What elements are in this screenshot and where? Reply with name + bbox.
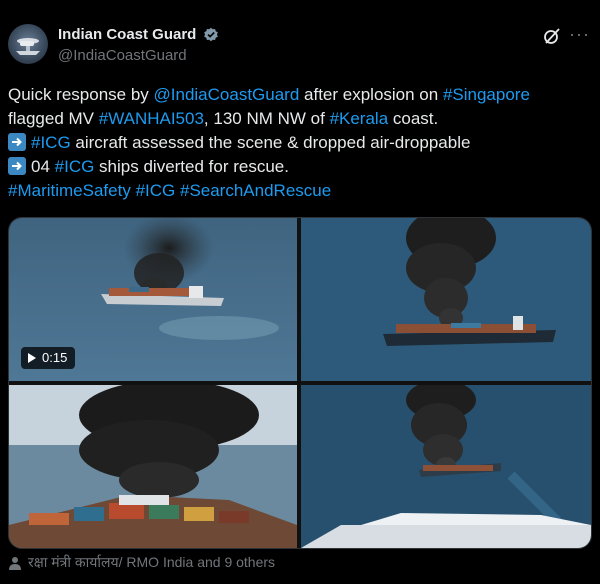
- burning-ship-from-aircraft: [301, 385, 591, 548]
- tweet-line-5: #MaritimeSafety #ICG #SearchAndRescue: [8, 179, 593, 203]
- text-segment: 04: [31, 157, 55, 176]
- text-segment: coast.: [388, 109, 439, 128]
- tagged-accounts[interactable]: रक्षा मंत्री कार्यालय/ RMO India and 9 o…: [8, 553, 275, 572]
- video-duration-badge: 0:15: [21, 347, 76, 369]
- text-segment: ships diverted for rescue.: [94, 157, 289, 176]
- mention-link[interactable]: @IndiaCoastGuard: [154, 85, 300, 104]
- media-image-tile[interactable]: [9, 385, 297, 548]
- coast-guard-logo-icon: [16, 38, 40, 55]
- hashtag-link[interactable]: #MaritimeSafety: [8, 181, 131, 200]
- hashtag-link[interactable]: #Kerala: [330, 109, 389, 128]
- hashtag-link[interactable]: #ICG: [55, 157, 95, 176]
- media-grid: 0:15: [8, 217, 592, 549]
- text-segment: aircraft assessed the scene & dropped ai…: [70, 133, 471, 152]
- hashtag-link[interactable]: #Singapore: [443, 85, 530, 104]
- more-options-icon[interactable]: ···: [569, 24, 590, 45]
- video-duration: 0:15: [42, 350, 68, 365]
- tweet-line-4: 04 #ICG ships diverted for rescue.: [8, 155, 593, 179]
- hashtag-link[interactable]: #ICG: [31, 133, 71, 152]
- author-handle[interactable]: @IndiaCoastGuard: [58, 47, 187, 64]
- tweet-line-3: #ICG aircraft assessed the scene & dropp…: [8, 131, 593, 155]
- text-segment: , 130 NM NW of: [203, 109, 330, 128]
- tweet-text: Quick response by @IndiaCoastGuard after…: [8, 83, 593, 203]
- right-arrow-emoji-icon: [8, 157, 26, 175]
- grok-icon[interactable]: [543, 27, 561, 45]
- tagged-text: रक्षा मंत्री कार्यालय/ RMO India and 9 o…: [28, 554, 276, 570]
- media-image-tile[interactable]: [301, 218, 591, 381]
- text-segment: Quick response by: [8, 85, 154, 104]
- media-video-tile[interactable]: 0:15: [9, 218, 297, 381]
- burning-ship-smoke-plume: [301, 218, 591, 381]
- right-arrow-emoji-icon: [8, 133, 26, 151]
- hashtag-link[interactable]: #SearchAndRescue: [180, 181, 331, 200]
- author-name[interactable]: Indian Coast Guard: [58, 26, 196, 43]
- burning-ship-deck-closeup: [9, 385, 297, 548]
- author-avatar[interactable]: [8, 24, 48, 64]
- text-segment: flagged MV: [8, 109, 99, 128]
- tweet-line-1: Quick response by @IndiaCoastGuard after…: [8, 83, 593, 107]
- hashtag-link[interactable]: #ICG: [136, 181, 176, 200]
- verified-badge-icon[interactable]: [203, 27, 219, 43]
- media-image-tile[interactable]: [301, 385, 591, 548]
- play-icon: [28, 353, 36, 363]
- hashtag-link[interactable]: #WANHAI503: [99, 109, 204, 128]
- tweet-line-2: flagged MV #WANHAI503, 130 NM NW of #Ker…: [8, 107, 593, 131]
- text-segment: after explosion on: [299, 85, 443, 104]
- person-icon: [9, 556, 21, 570]
